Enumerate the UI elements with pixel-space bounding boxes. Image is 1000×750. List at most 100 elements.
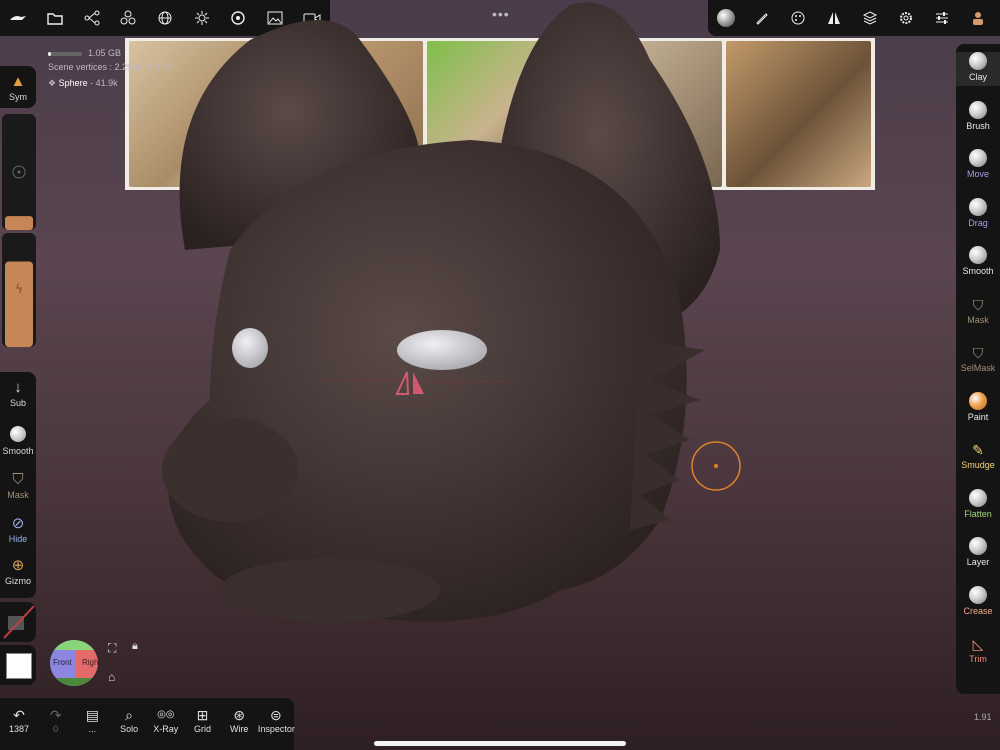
tool-label: Brush (966, 120, 990, 131)
tool-selmask[interactable]: ⛉ SelMask (956, 343, 1000, 373)
tool-layer[interactable]: Layer (956, 537, 1000, 567)
home-icon[interactable]: ⌂ (108, 670, 115, 684)
tool-drag[interactable]: Drag (956, 197, 1000, 228)
smooth-button[interactable]: Smooth (0, 426, 36, 456)
inspector-icon: ⊜ (270, 707, 282, 723)
hide-button[interactable]: ⊘ Hide (0, 514, 36, 544)
bottom-toolbar: ↶ 1387 ↷ 0 ▤... ⌕ Solo ◎◎ X-Ray ⊞ Grid ⊛ Wire ⊜ Inspec… (0, 698, 295, 750)
bottom-button-wire[interactable]: ⊛ Wire (221, 706, 257, 734)
tool-label: Paint (967, 411, 989, 422)
object-vertices: 41.9k (95, 78, 118, 88)
radius-slider[interactable] (2, 114, 36, 230)
color-swatch[interactable] (6, 653, 32, 679)
version-label: 1.91 (974, 712, 992, 722)
sub-button[interactable]: ↓ Sub (0, 378, 36, 408)
layer-icon (969, 537, 987, 555)
grid-icon: ⊞ (196, 707, 209, 723)
bottom-button-label: Grid (193, 724, 211, 734)
tool-clay[interactable]: Clay (956, 52, 1000, 86)
tool-smudge[interactable]: ✎ Smudge (956, 440, 1000, 470)
tool-label: Flatten (964, 508, 992, 519)
tool-label: Clay (968, 72, 987, 82)
bottom-button-glasses[interactable]: ◎◎ X-Ray (148, 706, 184, 734)
radius-slider-track (5, 165, 33, 230)
symmetry-toggle[interactable]: ▲ Sym (0, 66, 36, 108)
brush-tools-sidebar: Clay Brush Move Drag Smooth ⛉ Mask ⛉ SelMask Pain… (956, 44, 1000, 694)
selmask-icon: ⛉ (972, 345, 984, 361)
tool-crease[interactable]: Crease (956, 585, 1000, 616)
bottom-button-label: X-Ray (153, 724, 179, 734)
stack-icon: ▤ (85, 707, 99, 723)
tool-mask[interactable]: ⛉ Mask (956, 295, 1000, 325)
lock-icon[interactable]: 🔒︎ (132, 640, 138, 653)
tool-label: Mask (967, 314, 989, 325)
home-indicator[interactable] (374, 741, 626, 746)
bottom-button-label: Wire (229, 724, 249, 734)
color-swatch-panel (0, 645, 36, 685)
tool-label: Layer (966, 557, 990, 567)
tool-trim[interactable]: ◺ Trim (956, 634, 1000, 664)
bottom-button-label: 1387 (8, 724, 30, 734)
mask-button[interactable]: ⛉ Mask (0, 470, 36, 500)
bottom-button-grid[interactable]: ⊞ Grid (185, 706, 221, 734)
gizmo-icon: ⊕ (11, 557, 25, 574)
tool-label: Crease (963, 605, 993, 616)
scene-vertices: Scene vertices : 2.29M / 2.37M (48, 62, 173, 72)
tool-label: SelMask (960, 363, 996, 373)
memory-usage: 1.05 GB (88, 48, 122, 58)
gizmo-button[interactable]: ⊕ Gizmo (0, 556, 36, 586)
fullscreen-icon[interactable]: ⛶ (108, 641, 116, 656)
bottom-button-undo[interactable]: ↶ 1387 (1, 706, 37, 734)
memory-bar (48, 51, 82, 56)
down-arrow-icon: ↓ (14, 379, 22, 396)
symmetry-icon: ▲ (10, 73, 26, 90)
intensity-slider-track: ϟ (5, 261, 33, 347)
flatten-icon (969, 488, 987, 507)
bottom-button-stack[interactable]: ▤... (74, 706, 110, 734)
slash-icon (3, 605, 35, 639)
bottom-button-redo[interactable]: ↷ 0 (38, 706, 74, 734)
bottom-button-search[interactable]: ⌕ Solo (111, 706, 147, 734)
smooth-icon (969, 246, 987, 264)
drag-icon (969, 197, 987, 216)
cube-icon: ❖ (48, 78, 57, 88)
undo-icon: ↶ (13, 707, 25, 723)
bottom-button-label: 0 (53, 724, 59, 734)
move-icon (969, 149, 987, 167)
scene-stats: 1.05 GB Scene vertices : 2.29M / 2.37M ❖… (48, 48, 173, 88)
tool-move[interactable]: Move (956, 149, 1000, 179)
smooth-icon (0, 426, 36, 446)
search-icon: ⌕ (125, 707, 134, 723)
tool-label: Drag (968, 217, 988, 228)
redo-icon: ↷ (49, 707, 62, 723)
intensity-slider[interactable]: ϟ (2, 233, 36, 347)
tool-smooth[interactable]: Smooth (956, 246, 1000, 276)
crease-icon (969, 585, 987, 604)
bottom-button-label: Inspector (257, 724, 295, 734)
sculpt-viewport[interactable] (0, 0, 1000, 750)
tool-label: Trim (969, 654, 987, 664)
smudge-icon: ✎ (972, 442, 984, 458)
tool-paint[interactable]: Paint (956, 391, 1000, 422)
svg-text:ϟ: ϟ (15, 282, 23, 296)
bottom-button-label: Solo (120, 724, 139, 734)
wire-icon: ⊛ (233, 707, 246, 723)
clay-icon (969, 52, 987, 70)
tool-label: Move (966, 169, 989, 179)
view-cube[interactable]: Front Righ (50, 640, 98, 686)
hide-icon: ⊘ (11, 515, 25, 532)
mask-icon: ⛉ (972, 296, 984, 313)
tool-label: Smudge (961, 460, 995, 470)
view-cube-right: Righ (82, 658, 98, 667)
tool-flatten[interactable]: Flatten (956, 488, 1000, 519)
object-name[interactable]: Sphere (59, 78, 88, 88)
bottom-button-inspector[interactable]: ⊜ Inspector (257, 706, 295, 734)
paint-icon (969, 391, 987, 410)
no-tool-slot[interactable] (0, 602, 36, 642)
trim-icon: ◺ (972, 636, 984, 652)
left-tools-panel: ↓ Sub Smooth ⛉ Mask ⊘ Hide ⊕ Gizmo (0, 372, 36, 598)
bottom-button-label: ... (88, 724, 97, 734)
tool-brush[interactable]: Brush (956, 100, 1000, 131)
mask-shield-icon: ⛉ (12, 471, 24, 488)
brush-icon (969, 100, 987, 119)
